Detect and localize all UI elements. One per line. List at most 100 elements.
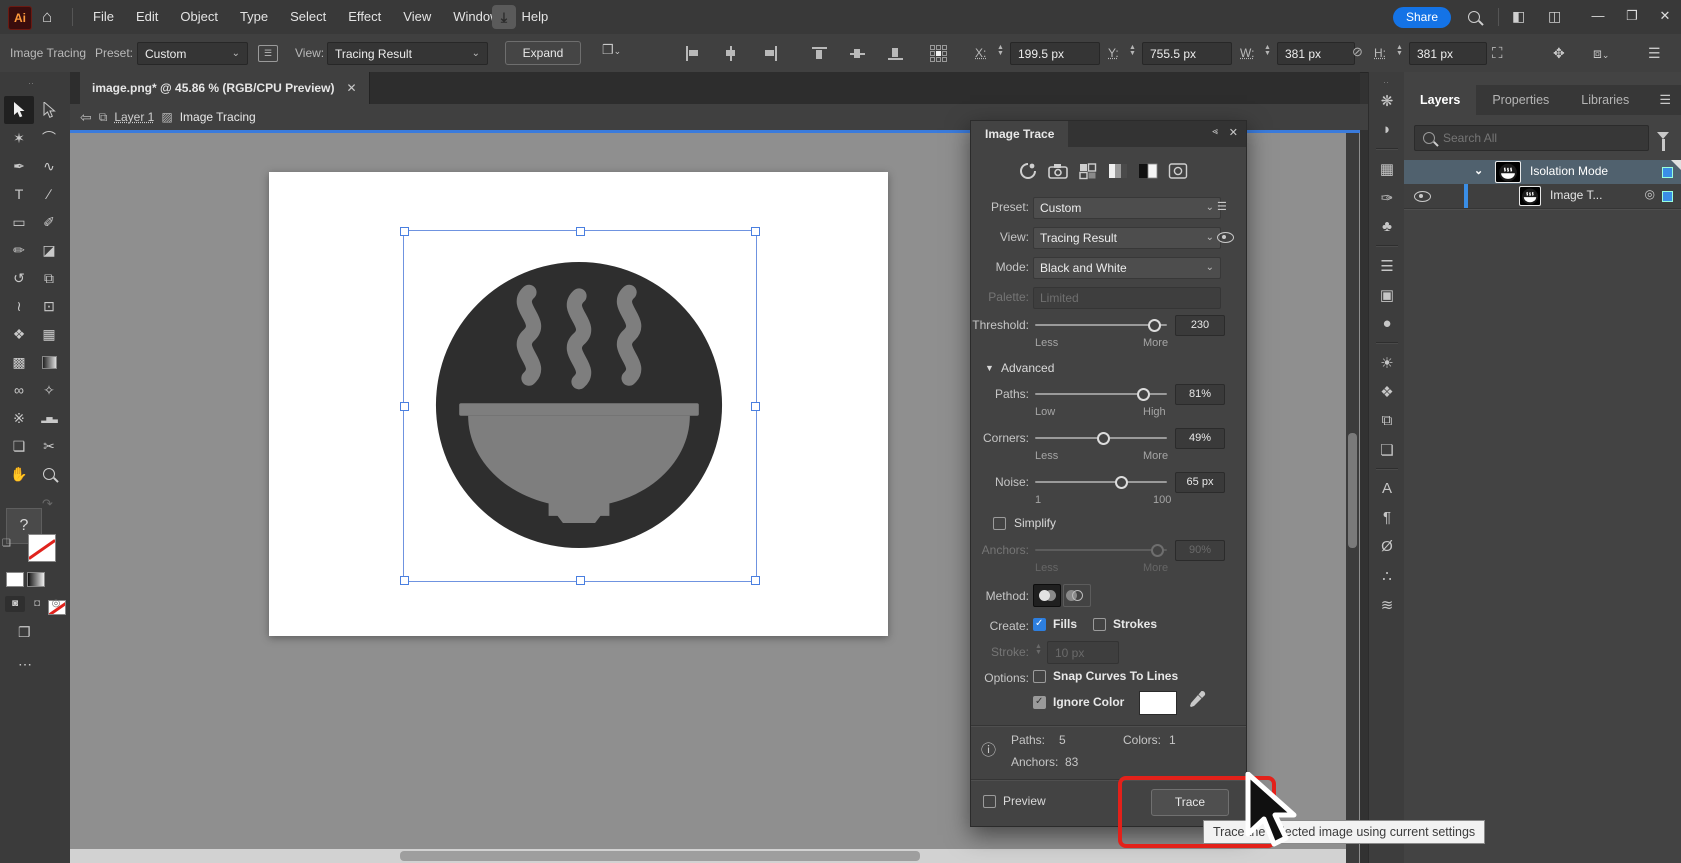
paths-slider[interactable]: [1035, 393, 1167, 395]
vertical-scrollbar[interactable]: [1346, 133, 1359, 863]
home-icon[interactable]: ⌂: [42, 4, 52, 30]
selection-handle[interactable]: [576, 227, 585, 236]
links-panel-icon[interactable]: ❏: [1369, 435, 1405, 464]
preset-dropdown[interactable]: Custom: [137, 42, 248, 65]
selection-bounding-box[interactable]: [403, 230, 757, 582]
align-right-icon[interactable]: [761, 46, 778, 61]
scale-tool[interactable]: ⧉: [34, 264, 64, 292]
w-input[interactable]: 381 px: [1277, 42, 1355, 65]
perspective-grid-tool[interactable]: ▦: [34, 320, 64, 348]
tab-libraries[interactable]: Libraries: [1565, 85, 1645, 115]
target-icon[interactable]: ◎: [1645, 187, 1655, 201]
minimize-button[interactable]: —: [1583, 0, 1613, 32]
expand-button[interactable]: Expand: [505, 41, 581, 65]
draw-normal-mode-icon[interactable]: ◙: [5, 596, 25, 612]
mesh-tool[interactable]: ▩: [4, 348, 34, 376]
paths-slider-knob[interactable]: [1137, 388, 1150, 401]
visibility-eye-icon[interactable]: [1414, 191, 1431, 202]
lasso-tool[interactable]: ⌒: [34, 124, 64, 152]
preset-menu-icon[interactable]: ☰: [1217, 200, 1227, 213]
panel-close-icon[interactable]: ✕: [1229, 126, 1238, 139]
curvature-tool[interactable]: ∿: [34, 152, 64, 180]
layer-thumbnail[interactable]: [1520, 187, 1540, 205]
align-center-icon[interactable]: [723, 46, 740, 61]
threshold-slider[interactable]: [1035, 324, 1167, 326]
advanced-header[interactable]: Advanced: [1001, 361, 1054, 375]
align-left-icon[interactable]: [685, 46, 702, 61]
reference-point-locator[interactable]: [930, 45, 945, 60]
graphic-styles-panel-icon[interactable]: ❖: [1369, 377, 1405, 406]
opentype-panel-icon[interactable]: Ø: [1369, 532, 1405, 561]
stroke-proxy-swatch[interactable]: [28, 534, 56, 562]
color-button[interactable]: [6, 572, 24, 587]
paintbrush-tool[interactable]: ✐: [34, 208, 64, 236]
strokes-checkbox[interactable]: [1093, 618, 1106, 631]
width-tool[interactable]: ≀: [4, 292, 34, 320]
corners-slider[interactable]: [1035, 437, 1167, 439]
close-button[interactable]: ✕: [1650, 0, 1680, 32]
transform-more-icon[interactable]: ⛶: [1492, 37, 1503, 70]
screen-mode-icon[interactable]: ❐: [18, 624, 31, 641]
draw-inside-mode-icon[interactable]: ◎: [49, 596, 63, 612]
magic-wand-tool[interactable]: ✶: [4, 124, 34, 152]
zoom-tool[interactable]: [34, 460, 64, 488]
color-guide-panel-icon[interactable]: ●: [1369, 309, 1405, 338]
gradient-button[interactable]: [27, 572, 45, 587]
preset-dropdown[interactable]: Custom: [1033, 197, 1221, 219]
selection-handle[interactable]: [400, 402, 409, 411]
shape-builder-tool[interactable]: ❖: [4, 320, 34, 348]
actions-panel-icon[interactable]: ≋: [1369, 590, 1405, 619]
rectangle-tool[interactable]: ▭: [4, 208, 34, 236]
panel-collapse-icon[interactable]: ⪡: [1212, 126, 1218, 137]
x-stepper[interactable]: ▲▼: [995, 42, 1006, 65]
pen-tool[interactable]: ✒: [4, 152, 34, 180]
toolbar-overflow-icon[interactable]: ⋯: [18, 656, 33, 673]
x-label[interactable]: X:: [975, 34, 986, 72]
corners-slider-knob[interactable]: [1097, 432, 1110, 445]
threshold-slider-knob[interactable]: [1148, 319, 1161, 332]
y-input[interactable]: 755.5 px: [1142, 42, 1232, 65]
threshold-value[interactable]: 230: [1175, 315, 1225, 336]
arrange-documents-icon[interactable]: ◧: [1512, 0, 1525, 33]
w-stepper[interactable]: ▲▼: [1262, 42, 1273, 65]
layer-row-isolation-mode[interactable]: ⌄ Isolation Mode: [1404, 160, 1681, 184]
blend-tool[interactable]: ∞: [4, 376, 34, 404]
selection-handle[interactable]: [751, 402, 760, 411]
type-tool[interactable]: T: [4, 180, 34, 208]
share-button[interactable]: Share: [1393, 7, 1451, 28]
menu-file[interactable]: File: [82, 0, 125, 33]
document-close-icon[interactable]: ✕: [346, 81, 356, 95]
menu-help[interactable]: Help: [510, 0, 559, 33]
default-fill-stroke-icon[interactable]: ❏: [2, 538, 11, 549]
noise-slider[interactable]: [1035, 481, 1167, 483]
fills-checkbox[interactable]: [1033, 618, 1046, 631]
back-arrow-icon[interactable]: ⇦: [80, 109, 92, 126]
simplify-checkbox[interactable]: [993, 517, 1006, 530]
workspace-switcher-icon[interactable]: ◫: [1548, 0, 1561, 33]
gradient-tool[interactable]: [34, 348, 64, 376]
x-input[interactable]: 199.5 px: [1010, 42, 1100, 65]
h-label[interactable]: H:: [1374, 34, 1386, 72]
panel-menu-icon[interactable]: ☰: [1659, 85, 1671, 115]
high-color-icon[interactable]: [1047, 161, 1069, 181]
dock-grip[interactable]: ‥: [28, 76, 36, 87]
swatches-panel-icon[interactable]: ▦: [1369, 154, 1405, 183]
paragraph-panel-icon[interactable]: ¶: [1369, 503, 1405, 532]
noise-value[interactable]: 65 px: [1175, 472, 1225, 493]
draw-behind-mode-icon[interactable]: ◘: [27, 596, 47, 612]
selection-handle[interactable]: [751, 227, 760, 236]
artboards-panel-icon[interactable]: ▣: [1369, 280, 1405, 309]
appearance-panel-icon[interactable]: ☀: [1369, 348, 1405, 377]
y-label[interactable]: Y:: [1108, 34, 1119, 72]
auto-color-icon[interactable]: [1017, 161, 1039, 181]
control-menu-icon[interactable]: ☰: [1648, 37, 1661, 70]
selection-handle[interactable]: [576, 576, 585, 585]
direct-selection-tool[interactable]: [34, 96, 64, 124]
grayscale-icon[interactable]: [1107, 161, 1129, 181]
eyedropper-icon[interactable]: [1189, 689, 1207, 711]
selection-handle[interactable]: [400, 576, 409, 585]
slice-tool[interactable]: ✂: [34, 432, 64, 460]
align-top-icon[interactable]: [812, 46, 829, 61]
shaper-tool[interactable]: ✏: [4, 236, 34, 264]
restore-button[interactable]: ❐: [1617, 0, 1647, 32]
